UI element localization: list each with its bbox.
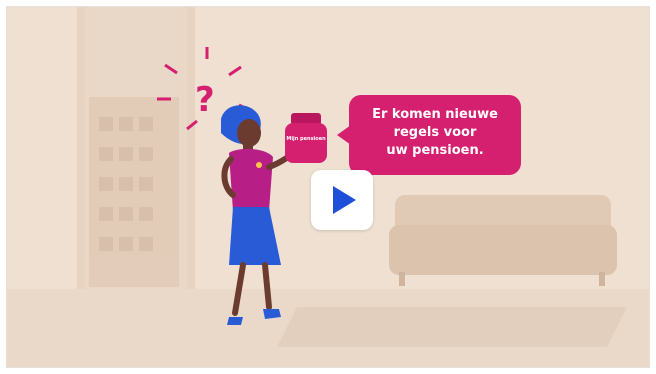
rug bbox=[277, 307, 627, 347]
jar-label-text: Mijn pensioen bbox=[286, 136, 326, 142]
speech-bubble-line-1: Er komen nieuwe bbox=[372, 107, 498, 122]
speech-bubble-line-3: uw pensioen. bbox=[386, 143, 484, 158]
svg-text:?: ? bbox=[195, 80, 215, 120]
play-icon bbox=[333, 186, 356, 214]
building-outside bbox=[89, 97, 179, 287]
speech-bubble: Er komen nieuwe regels voor uw pensioen. bbox=[349, 95, 521, 175]
video-player[interactable]: ? Mijn pensioen Er komen nieuwe regels v… bbox=[6, 6, 650, 368]
play-button[interactable] bbox=[311, 170, 373, 230]
speech-bubble-line-2: regels voor bbox=[393, 125, 477, 140]
pension-jar-icon: Mijn pensioen bbox=[285, 113, 327, 163]
sofa bbox=[389, 195, 617, 286]
